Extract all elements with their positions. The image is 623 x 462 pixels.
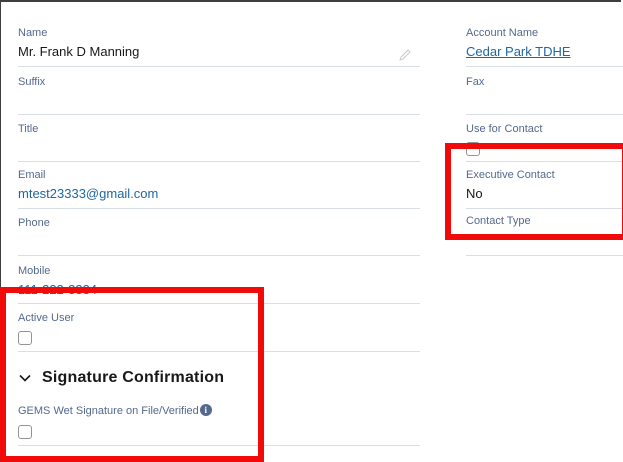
pencil-edit-icon[interactable] <box>398 48 412 62</box>
fax-label: Fax <box>466 76 485 88</box>
gems-signature-field: GEMS Wet Signature on File/Verified i <box>18 404 420 446</box>
section-title: Signature Confirmation <box>42 369 225 386</box>
title-field: Title <box>18 122 420 162</box>
email-field: Email mtest23333@gmail.com <box>18 168 420 209</box>
gems-signature-checkbox[interactable] <box>18 425 32 439</box>
signature-confirmation-section-header[interactable]: Signature Confirmation <box>18 366 224 390</box>
fax-field: Fax <box>466 75 623 115</box>
name-field: Name Mr. Frank D Manning <box>18 26 420 67</box>
use-for-contact-checkbox[interactable] <box>466 142 480 156</box>
chevron-down-icon[interactable] <box>18 371 32 385</box>
suffix-field: Suffix <box>18 75 420 115</box>
contact-type-field: Contact Type <box>466 214 623 256</box>
title-label: Title <box>18 123 39 135</box>
use-for-contact-field: Use for Contact <box>466 122 623 162</box>
mobile-label: Mobile <box>18 265 51 277</box>
mobile-link[interactable]: 111-222-3334 <box>18 282 97 298</box>
use-for-contact-label: Use for Contact <box>466 123 543 135</box>
executive-contact-label: Executive Contact <box>466 169 555 181</box>
email-link[interactable]: mtest23333@gmail.com <box>18 186 158 202</box>
account-name-label: Account Name <box>466 27 539 39</box>
email-label: Email <box>18 169 46 181</box>
account-name-link[interactable]: Cedar Park TDHE <box>466 44 571 60</box>
suffix-label: Suffix <box>18 76 46 88</box>
active-user-checkbox[interactable] <box>18 331 32 345</box>
gems-signature-label: GEMS Wet Signature on File/Verified i <box>18 404 212 418</box>
mobile-field: Mobile 111-222-3334 <box>18 264 420 304</box>
phone-field: Phone <box>18 216 420 256</box>
active-user-field: Active User <box>18 311 420 352</box>
name-label: Name <box>18 27 48 39</box>
executive-contact-field: Executive Contact No <box>466 168 623 209</box>
gems-signature-label-text: GEMS Wet Signature on File/Verified <box>18 405 199 417</box>
executive-contact-value: No <box>466 186 483 201</box>
info-icon[interactable]: i <box>199 404 212 416</box>
name-value: Mr. Frank D Manning <box>18 44 140 59</box>
phone-label: Phone <box>18 217 50 229</box>
contact-type-label: Contact Type <box>466 215 531 227</box>
active-user-label: Active User <box>18 312 75 324</box>
account-name-field: Account Name Cedar Park TDHE <box>466 26 623 67</box>
